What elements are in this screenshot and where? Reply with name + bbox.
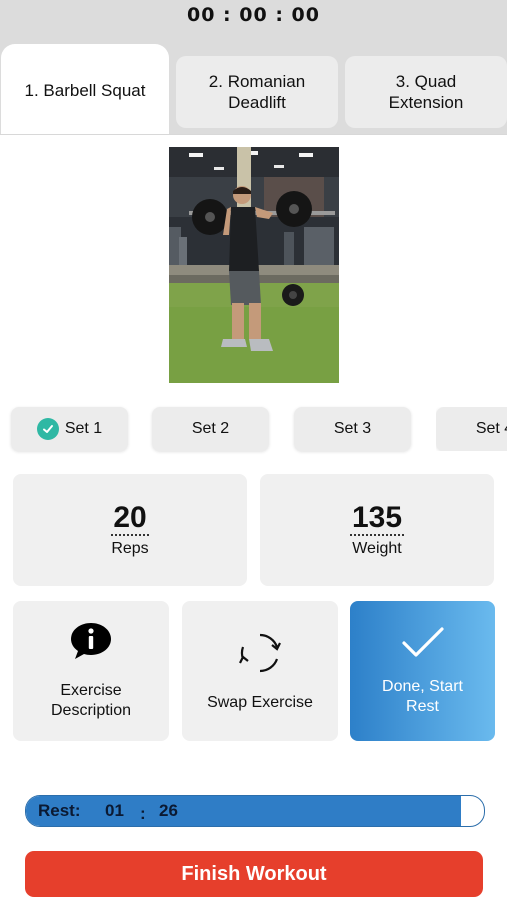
action-label: Swap Exercise (207, 694, 313, 711)
set-3-button[interactable]: Set 3 (294, 407, 411, 451)
set-label: Set 1 (64, 420, 103, 437)
set-label: Set 3 (333, 420, 372, 437)
tab-label: 3. Quad Extension (388, 72, 464, 112)
exercise-description-button[interactable]: Exercise Description (13, 601, 169, 741)
rest-progress-fill (26, 796, 462, 826)
set-2-button[interactable]: Set 2 (152, 407, 269, 451)
check-circle-icon (36, 418, 59, 440)
reps-value[interactable]: 20 (111, 502, 149, 536)
set-4-button[interactable]: Set 4 (436, 407, 507, 451)
info-bubble-icon (69, 621, 113, 667)
workout-timer: 00 : 00 : 00 (187, 4, 320, 26)
swap-cycle-icon (236, 629, 284, 683)
tab-divider (0, 134, 507, 135)
tab-quad-extension[interactable]: 3. Quad Extension (345, 56, 507, 128)
rest-minutes: 01 (105, 801, 124, 820)
done-start-rest-button[interactable]: Done, Start Rest (350, 601, 495, 741)
rest-label: Rest: (38, 801, 81, 820)
reps-label: Reps (111, 540, 149, 557)
action-label: Exercise Description (50, 682, 132, 719)
exercise-video[interactable] (169, 147, 339, 383)
checkmark-icon (401, 625, 445, 665)
tab-label: 2. Romanian Deadlift (208, 72, 306, 112)
finish-workout-button[interactable]: Finish Workout (25, 851, 483, 897)
set-label: Set 2 (191, 420, 230, 437)
rest-progress-bar: Rest: 01 : 26 (25, 795, 485, 827)
weight-card[interactable]: 135 Weight (260, 474, 494, 586)
tab-label: 1. Barbell Squat (24, 80, 146, 100)
weight-label: Weight (352, 540, 402, 557)
tab-barbell-squat[interactable]: 1. Barbell Squat (1, 44, 169, 136)
rest-separator: : (140, 804, 146, 823)
rest-seconds: 26 (159, 801, 178, 820)
tab-romanian-deadlift[interactable]: 2. Romanian Deadlift (176, 56, 338, 128)
action-label: Done, Start Rest (382, 678, 463, 715)
set-4-clip: Set 4 (436, 407, 507, 451)
swap-exercise-button[interactable]: Swap Exercise (182, 601, 338, 741)
weight-value[interactable]: 135 (349, 502, 405, 536)
reps-card[interactable]: 20 Reps (13, 474, 247, 586)
finish-label: Finish Workout (181, 862, 327, 885)
squat-demo-image (169, 147, 339, 383)
set-label: Set 4 (475, 420, 507, 437)
set-1-button[interactable]: Set 1 (11, 407, 128, 451)
